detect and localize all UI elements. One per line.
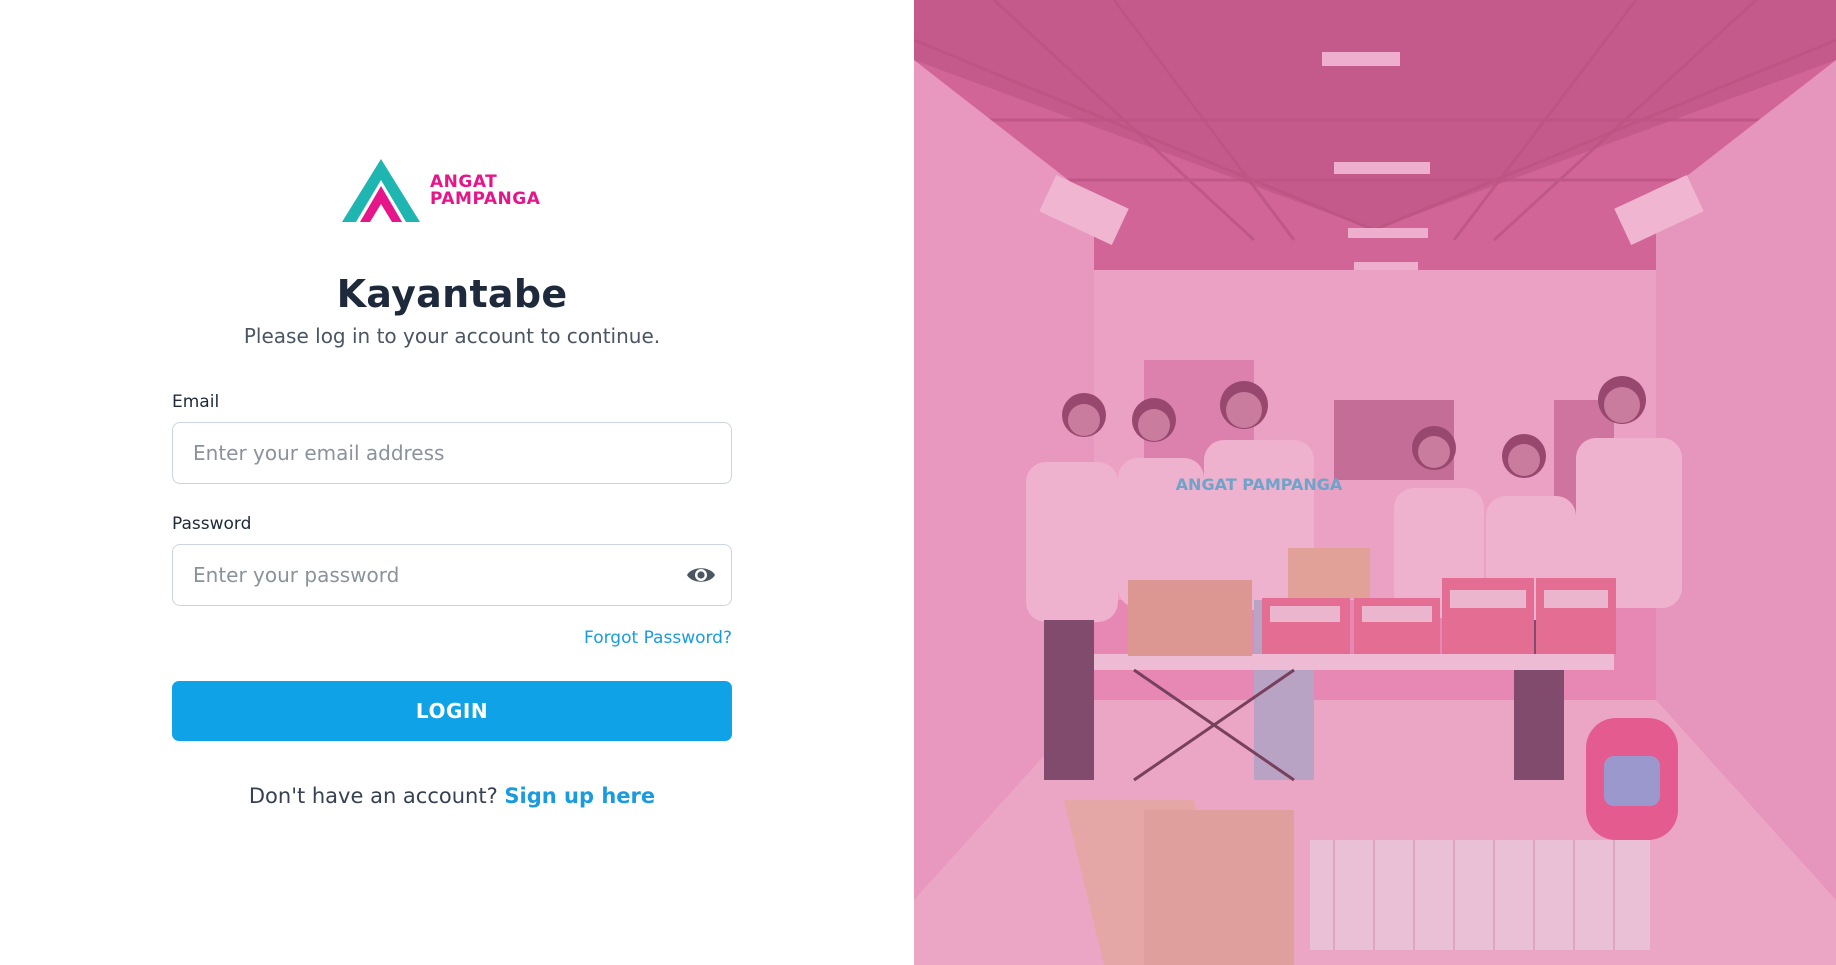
login-button[interactable]: LOGIN xyxy=(172,681,732,741)
password-field[interactable] xyxy=(172,544,732,606)
shirt-print-text: ANGAT PAMPANGA xyxy=(1176,475,1343,494)
logo-line-2: PAMPANGA xyxy=(430,189,541,209)
page-subtitle: Please log in to your account to continu… xyxy=(243,324,661,348)
logo-mark-icon xyxy=(342,159,420,222)
signup-prompt: Don't have an account? Sign up here xyxy=(0,784,904,808)
logo-wordmark: ANGAT PAMPANGA xyxy=(430,174,540,208)
forgot-password-link[interactable]: Forgot Password? xyxy=(560,628,732,648)
angat-pampanga-logo: ANGAT PAMPANGA xyxy=(342,157,562,225)
email-label: Email xyxy=(172,392,220,412)
eye-icon[interactable] xyxy=(686,564,716,586)
email-field[interactable] xyxy=(172,422,732,484)
signup-prompt-text: Don't have an account? xyxy=(248,784,498,808)
page-title: Kayantabe xyxy=(336,272,568,316)
hero-photo: ANGAT PAMPANGA xyxy=(914,0,1836,965)
password-label: Password xyxy=(172,514,252,534)
login-panel: ANGAT PAMPANGA Kayantabe Please log in t… xyxy=(0,0,914,965)
signup-link[interactable]: Sign up here xyxy=(504,784,655,808)
hero-photo-panel: ANGAT PAMPANGA xyxy=(914,0,1836,965)
